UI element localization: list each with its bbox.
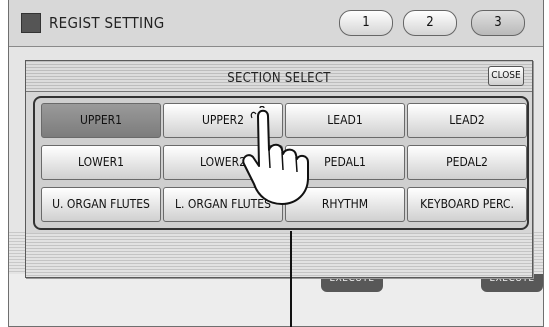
tab-3[interactable]: 3	[471, 10, 525, 36]
pointing-hand-icon	[242, 106, 309, 205]
section-button-keyboard-perc[interactable]: KEYBOARD PERC.	[407, 187, 527, 222]
tab-1[interactable]: 1	[339, 10, 393, 36]
section-button-lower1[interactable]: LOWER1	[41, 145, 161, 180]
page-icon	[21, 13, 41, 33]
section-button-pedal2[interactable]: PEDAL2	[407, 145, 527, 180]
dialog-footer	[26, 233, 532, 277]
section-button-u-organ-flutes[interactable]: U. ORGAN FLUTES	[41, 187, 161, 222]
dialog-header: SECTION SELECT CLOSE	[26, 61, 532, 92]
page-title: REGIST SETTING	[49, 14, 165, 32]
close-button[interactable]: CLOSE	[488, 66, 524, 86]
tab-2[interactable]: 2	[403, 10, 457, 36]
section-button-upper1[interactable]: UPPER1	[41, 103, 161, 138]
section-button-lead2[interactable]: LEAD2	[407, 103, 527, 138]
title-bar: REGIST SETTING 1 2 3	[9, 0, 543, 47]
callout-line	[290, 231, 292, 327]
dialog-title: SECTION SELECT	[227, 71, 331, 86]
